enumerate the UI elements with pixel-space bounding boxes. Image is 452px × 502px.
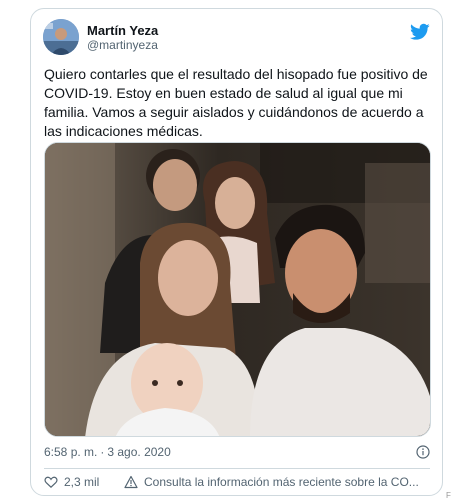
author-avatar[interactable] bbox=[43, 19, 79, 55]
tweet-photo[interactable] bbox=[44, 142, 431, 437]
like-count: 2,3 mil bbox=[64, 475, 100, 489]
author-name[interactable]: Martín Yeza bbox=[87, 23, 158, 38]
tweet-header: Martín Yeza @martinyeza bbox=[43, 19, 430, 59]
twitter-bird-icon[interactable] bbox=[410, 23, 430, 41]
divider bbox=[44, 468, 430, 469]
heart-icon bbox=[44, 476, 58, 489]
tweet-text: Quiero contarles que el resultado del hi… bbox=[44, 66, 428, 139]
like-button[interactable]: 2,3 mil bbox=[44, 475, 99, 489]
tweet-time[interactable]: 6:58 p. m. bbox=[44, 445, 97, 459]
tweet-actions: 2,3 mil Consulta la información más reci… bbox=[44, 475, 430, 491]
avatar-image bbox=[43, 19, 79, 55]
family-photo bbox=[45, 143, 430, 436]
meta-separator: · bbox=[100, 445, 105, 459]
covid-info-link[interactable]: Consulta la información más reciente sob… bbox=[124, 475, 419, 489]
author-handle[interactable]: @martinyeza bbox=[87, 38, 158, 53]
stray-character: F bbox=[446, 491, 451, 500]
alert-icon bbox=[124, 475, 138, 489]
tweet-date[interactable]: 3 ago. 2020 bbox=[107, 445, 170, 459]
covid-info-text: Consulta la información más reciente sob… bbox=[144, 475, 419, 489]
tweet-card[interactable]: Martín Yeza @martinyeza Quiero contarles… bbox=[30, 8, 443, 496]
author-names: Martín Yeza @martinyeza bbox=[87, 23, 158, 53]
page: Martín Yeza @martinyeza Quiero contarles… bbox=[0, 0, 452, 502]
info-icon[interactable] bbox=[416, 445, 430, 459]
tweet-meta: 6:58 p. m. · 3 ago. 2020 bbox=[44, 445, 430, 461]
